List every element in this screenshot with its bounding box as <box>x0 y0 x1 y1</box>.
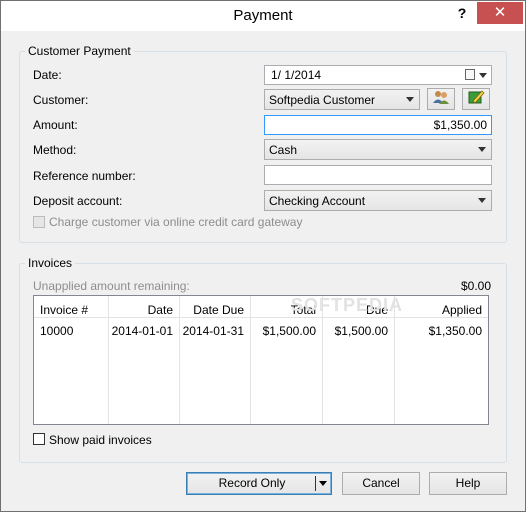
amount-label: Amount: <box>33 118 78 132</box>
date-picker[interactable]: 1/ 1/2014 <box>264 65 492 85</box>
edit-icon <box>468 90 485 104</box>
calendar-icon[interactable] <box>465 69 475 80</box>
charge-online-checkbox[interactable] <box>33 216 45 228</box>
date-cell: 2014-01-01 <box>111 324 173 338</box>
unapplied-value: $0.00 <box>460 279 491 293</box>
chevron-down-icon[interactable] <box>319 481 327 486</box>
due-cell: $1,500.00 <box>334 324 388 338</box>
help-icon[interactable]: ? <box>453 3 471 23</box>
charge-online-label: Charge customer via online credit card g… <box>49 215 303 229</box>
column-header-applied[interactable]: Applied <box>394 303 482 317</box>
customer-payment-title: Customer Payment <box>25 44 134 58</box>
column-header-invoice[interactable]: Invoice # <box>40 303 88 317</box>
customer-label: Customer: <box>33 93 89 107</box>
invoices-title: Invoices <box>25 256 76 270</box>
title-bar: Payment ? ✕ <box>1 1 525 31</box>
help-button[interactable]: Help <box>429 472 507 495</box>
deposit-value: Checking Account <box>269 194 366 208</box>
watermark: SOFTPEDIA <box>291 295 404 315</box>
close-button[interactable]: ✕ <box>477 2 523 24</box>
users-icon <box>433 91 449 104</box>
chevron-down-icon <box>478 198 486 203</box>
customer-lookup-button[interactable] <box>427 88 455 110</box>
customer-select[interactable]: Softpedia Customer <box>264 89 420 110</box>
unapplied-label: Unapplied amount remaining: <box>33 279 190 293</box>
date-value: 1/ 1/2014 <box>271 68 322 82</box>
customer-value: Softpedia Customer <box>269 93 376 107</box>
applied-cell[interactable]: $1,350.00 <box>394 324 482 338</box>
header-divider <box>34 317 488 318</box>
reference-input[interactable] <box>264 165 492 185</box>
show-paid-checkbox[interactable] <box>33 433 45 445</box>
amount-value: $1,350.00 <box>433 118 487 132</box>
invoices-table[interactable]: Invoice # Date Date Due Total Due Applie… <box>33 295 489 425</box>
method-label: Method: <box>33 143 77 157</box>
payment-window: Payment ? ✕ Customer Payment Date: 1/ 1/… <box>0 0 526 512</box>
date-due-cell: 2014-01-31 <box>182 324 244 338</box>
column-header-date[interactable]: Date <box>108 303 173 317</box>
invoice-number-cell: 10000 <box>40 324 74 338</box>
window-title: Payment <box>233 7 293 24</box>
reference-label: Reference number: <box>33 169 136 183</box>
deposit-select[interactable]: Checking Account <box>264 190 492 211</box>
method-value: Cash <box>269 143 298 157</box>
record-only-button[interactable]: Record Only <box>186 472 332 495</box>
show-paid-label: Show paid invoices <box>49 433 152 447</box>
chevron-down-icon[interactable] <box>479 73 487 78</box>
chevron-down-icon <box>406 97 414 102</box>
record-only-label: Record Only <box>218 476 286 490</box>
date-label: Date: <box>33 68 62 82</box>
split-divider <box>315 476 316 491</box>
amount-input[interactable]: $1,350.00 <box>264 115 492 135</box>
total-cell: $1,500.00 <box>262 324 316 338</box>
method-select[interactable]: Cash <box>264 139 492 160</box>
deposit-label: Deposit account: <box>33 194 123 208</box>
cancel-button[interactable]: Cancel <box>342 472 420 495</box>
chevron-down-icon <box>478 147 486 152</box>
customer-edit-button[interactable] <box>462 88 490 110</box>
column-header-date-due[interactable]: Date Due <box>179 303 244 317</box>
